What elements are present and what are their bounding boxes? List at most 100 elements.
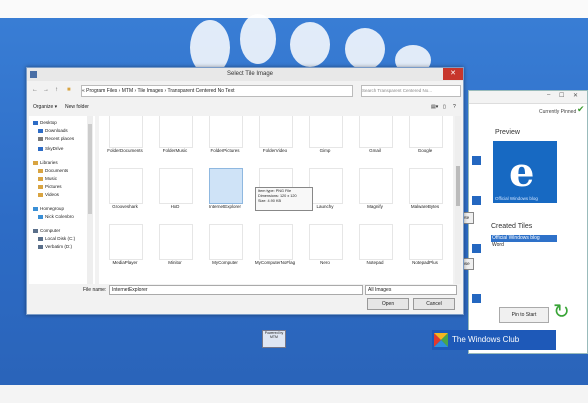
nav-item[interactable]: Nick Colenbro <box>38 214 74 219</box>
file-thumbnail <box>309 224 343 260</box>
back-arrow-icon[interactable]: ← <box>32 87 38 93</box>
nav-item[interactable]: Verbatim (D:) <box>38 244 72 249</box>
file-thumbnail <box>209 224 243 260</box>
nav-scrollbar[interactable] <box>87 116 93 284</box>
preview-pane-icon[interactable]: ▯ <box>443 104 446 110</box>
file-item[interactable]: Magnify <box>353 168 397 220</box>
nav-item-label: Music <box>45 176 57 181</box>
file-name: Minitor <box>168 260 182 265</box>
created-tile-item[interactable]: Word <box>491 242 557 249</box>
file-item[interactable]: FolderDocuments <box>103 116 147 164</box>
nav-item-icon <box>38 236 43 241</box>
nav-item-label: Downloads <box>45 128 68 133</box>
nav-item-label: Nick Colenbro <box>45 214 74 219</box>
cancel-button[interactable]: Cancel <box>413 298 455 310</box>
file-item[interactable]: FolderPictures <box>203 116 247 164</box>
up-arrow-icon[interactable]: ↑ <box>55 87 58 93</box>
file-thumbnail <box>159 224 193 260</box>
nav-item[interactable]: Local Disk (C:) <box>38 236 75 241</box>
nav-item[interactable]: Documents <box>38 168 68 173</box>
file-thumbnail <box>309 168 343 204</box>
nav-item[interactable]: Desktop <box>33 120 57 125</box>
file-item[interactable]: Gmail <box>353 116 397 164</box>
nav-item-label: Computer <box>40 228 61 233</box>
nav-item-icon <box>38 192 43 197</box>
file-item[interactable]: HxD <box>153 168 197 220</box>
nav-item-label: Recent places <box>45 136 75 141</box>
file-name: MalwareBytes <box>410 204 440 209</box>
tile-maker-titlebar: – ☐ ✕ <box>469 91 587 104</box>
nav-item-icon <box>33 160 38 165</box>
file-thumbnail <box>409 224 443 260</box>
close-icon[interactable]: ✕ <box>573 92 578 99</box>
file-name: Google <box>417 148 433 153</box>
file-item[interactable]: Gimp <box>303 116 347 164</box>
file-item[interactable]: MalwareBytes <box>403 168 447 220</box>
file-item[interactable]: NotepadPlus <box>403 224 447 276</box>
file-name-input[interactable]: InternetExplorer <box>109 285 363 295</box>
nav-item[interactable]: SkyDrive <box>38 146 63 151</box>
file-name: FolderVideo <box>262 148 288 153</box>
organize-button[interactable]: Organize ▾ <box>33 104 57 110</box>
file-item[interactable]: FolderVideo <box>253 116 297 164</box>
pin-to-start-button[interactable]: Pin to Start <box>499 307 549 323</box>
file-thumbnail <box>209 116 243 148</box>
nav-item-label: Local Disk (C:) <box>45 236 76 241</box>
minimize-icon[interactable]: – <box>547 92 550 98</box>
file-thumbnail <box>259 224 293 260</box>
file-item[interactable]: Minitor <box>153 224 197 276</box>
dialog-title: Select Tile Image <box>227 71 274 77</box>
file-item[interactable]: Notepad <box>353 224 397 276</box>
nav-item[interactable]: Music <box>38 176 57 181</box>
nav-item[interactable]: Libraries <box>33 160 58 165</box>
file-thumbnail <box>409 116 443 148</box>
file-item[interactable]: MyComputerNoFlag <box>253 224 297 276</box>
help-icon[interactable]: ? <box>453 104 456 110</box>
file-item[interactable]: Google <box>403 116 447 164</box>
navigation-pane: Desktop Downloads Recent places SkyDrive Lib… <box>29 116 95 284</box>
top-stripe <box>0 0 588 18</box>
view-options-icon[interactable]: ▤▾ <box>431 104 438 110</box>
file-item[interactable]: Nero <box>303 224 347 276</box>
nav-item-icon <box>38 244 43 249</box>
file-item[interactable]: Grooveshark <box>103 168 147 220</box>
open-button[interactable]: Open <box>367 298 409 310</box>
tile-thumb <box>472 244 481 253</box>
created-tile-item[interactable]: Official Windows blog <box>491 235 557 242</box>
file-name: FolderDocuments <box>107 148 143 153</box>
twc-banner: The Windows Club <box>432 330 556 350</box>
file-item[interactable]: MediaPlayer <box>103 224 147 276</box>
new-folder-button[interactable]: New folder <box>65 104 89 110</box>
close-button[interactable]: ✕ <box>443 68 463 80</box>
folder-icon: ■ <box>67 87 71 93</box>
check-icon: ✔ <box>577 104 585 114</box>
file-item[interactable]: InternetExplorer <box>203 168 247 220</box>
search-input[interactable]: Search Transparent Centered No... <box>361 85 461 97</box>
file-thumbnail <box>359 224 393 260</box>
twc-text: The Windows Club <box>452 335 520 344</box>
file-type-select[interactable]: All Images <box>365 285 457 295</box>
file-name: Magnify <box>367 204 383 209</box>
dialog-titlebar: Select Tile Image ✕ <box>27 68 463 81</box>
file-name: Gimp <box>319 148 331 153</box>
forward-arrow-icon[interactable]: → <box>43 87 49 93</box>
file-tooltip: Item type: PNG File Dimensions: 120 x 12… <box>255 187 313 211</box>
refresh-icon[interactable]: ↻ <box>553 299 570 324</box>
nav-item[interactable]: Computer <box>33 228 60 233</box>
maximize-icon[interactable]: ☐ <box>559 92 564 99</box>
nav-item-icon <box>38 146 43 151</box>
nav-item[interactable]: Recent places <box>38 136 74 141</box>
file-item[interactable]: FolderMusic <box>153 116 197 164</box>
file-name: Grooveshark <box>112 204 138 209</box>
nav-item[interactable]: Pictures <box>38 184 62 189</box>
file-item[interactable]: MyComputer <box>203 224 247 276</box>
file-scrollbar[interactable] <box>455 116 461 284</box>
nav-item[interactable]: Videos <box>38 192 59 197</box>
nav-item[interactable]: Downloads <box>38 128 68 133</box>
nav-item[interactable]: Homegroup <box>33 206 64 211</box>
file-thumbnail <box>109 168 143 204</box>
select-tile-image-dialog: Select Tile Image ✕ ← → ↑ ■ « Program Fi… <box>26 67 464 315</box>
nav-item-label: Verbatim (D:) <box>45 244 73 249</box>
address-bar: ← → ↑ ■ « Program Files › MTM › Tile Ima… <box>29 85 461 97</box>
breadcrumb[interactable]: « Program Files › MTM › Tile Images › Tr… <box>81 85 353 97</box>
